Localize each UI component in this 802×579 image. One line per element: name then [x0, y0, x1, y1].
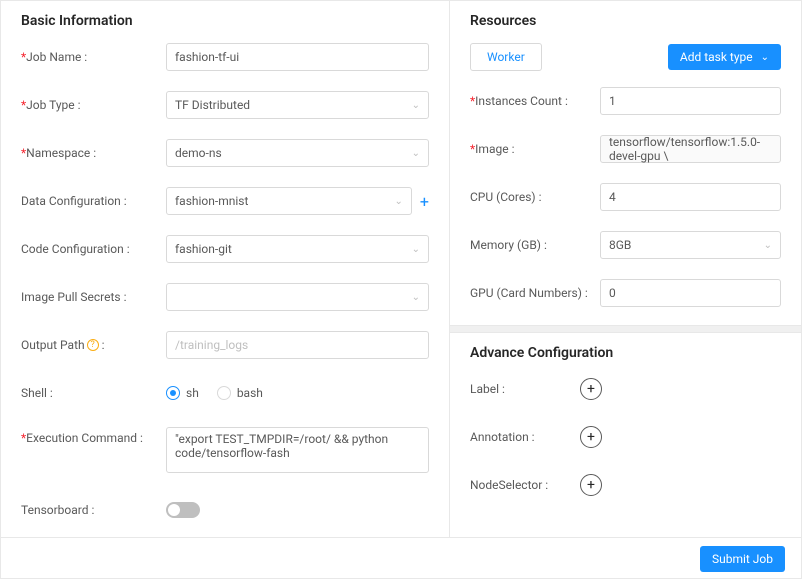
instances-label: Instances Count :	[470, 94, 600, 108]
shell-bash-text: bash	[237, 386, 263, 400]
data-config-label: Data Configuration :	[21, 194, 166, 208]
shell-label: Shell :	[21, 386, 166, 400]
image-label: Image :	[470, 142, 600, 156]
namespace-label: Namespace :	[21, 146, 166, 160]
add-nodeselector-button[interactable]: +	[580, 474, 602, 496]
job-name-input[interactable]	[166, 43, 429, 71]
job-name-label: Job Name :	[21, 50, 166, 64]
nodeselector-label: NodeSelector :	[470, 478, 580, 492]
radio-off-icon	[217, 386, 231, 400]
shell-sh-text: sh	[186, 386, 199, 400]
submit-job-button[interactable]: Submit Job	[700, 546, 785, 572]
cpu-input[interactable]	[600, 183, 781, 211]
pull-secrets-select[interactable]: ⌄	[166, 283, 429, 311]
code-config-value: fashion-git	[175, 242, 232, 256]
job-type-select[interactable]: TF Distributed ⌄	[166, 91, 429, 119]
data-config-value: fashion-mnist	[175, 194, 248, 208]
pull-secrets-label: Image Pull Secrets :	[21, 290, 166, 304]
job-type-value: TF Distributed	[175, 98, 250, 112]
gpu-label: GPU (Card Numbers) :	[470, 286, 600, 300]
shell-bash-radio[interactable]: bash	[217, 386, 263, 400]
chevron-down-icon: ⌄	[412, 100, 420, 111]
add-data-config-icon[interactable]: +	[420, 192, 429, 211]
tensorboard-toggle[interactable]	[166, 502, 200, 518]
chevron-down-icon: ⌄	[764, 240, 772, 251]
resources-title: Resources	[470, 13, 781, 29]
image-value: tensorflow/tensorflow:1.5.0-devel-gpu \	[609, 135, 772, 163]
shell-sh-radio[interactable]: sh	[166, 386, 199, 400]
exec-cmd-label: Execution Command :	[21, 427, 166, 445]
memory-label: Memory (GB) :	[470, 238, 600, 252]
image-select[interactable]: tensorflow/tensorflow:1.5.0-devel-gpu \	[600, 135, 781, 163]
radio-on-icon	[166, 386, 180, 400]
advance-title: Advance Configuration	[470, 345, 781, 361]
output-path-label: Output Path ? :	[21, 338, 166, 352]
chevron-down-icon: ⌄	[412, 244, 420, 255]
namespace-value: demo-ns	[175, 146, 222, 160]
add-label-button[interactable]: +	[580, 378, 602, 400]
chevron-down-icon: ⌄	[395, 196, 403, 207]
output-path-input[interactable]	[166, 331, 429, 359]
namespace-select[interactable]: demo-ns ⌄	[166, 139, 429, 167]
memory-select[interactable]: 8GB ⌄	[600, 231, 781, 259]
data-config-select[interactable]: fashion-mnist ⌄	[166, 187, 412, 215]
help-icon[interactable]: ?	[87, 339, 99, 351]
chevron-down-icon: ⌄	[412, 292, 420, 303]
memory-value: 8GB	[609, 238, 631, 252]
annotation-label: Annotation :	[470, 430, 580, 444]
add-task-type-button[interactable]: Add task type ⌄	[668, 44, 781, 70]
code-config-select[interactable]: fashion-git ⌄	[166, 235, 429, 263]
tab-worker[interactable]: Worker	[470, 43, 542, 71]
instances-input[interactable]	[600, 87, 781, 115]
job-type-label: Job Type :	[21, 98, 166, 112]
add-annotation-button[interactable]: +	[580, 426, 602, 448]
chevron-down-icon: ⌄	[412, 148, 420, 159]
gpu-input[interactable]	[600, 279, 781, 307]
tensorboard-label: Tensorboard :	[21, 503, 166, 517]
basic-info-title: Basic Information	[21, 13, 429, 29]
exec-cmd-textarea[interactable]	[166, 427, 429, 473]
cpu-label: CPU (Cores) :	[470, 190, 600, 204]
code-config-label: Code Configuration :	[21, 242, 166, 256]
section-divider	[450, 325, 801, 333]
label-label: Label :	[470, 382, 580, 396]
chevron-down-icon: ⌄	[761, 52, 769, 63]
add-task-type-label: Add task type	[680, 50, 753, 64]
